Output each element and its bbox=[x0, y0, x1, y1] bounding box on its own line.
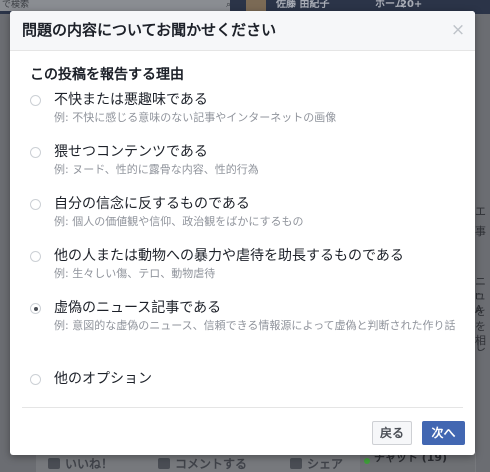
section-title: この投稿を報告する理由 bbox=[30, 67, 184, 83]
thumbs-up-icon bbox=[48, 458, 60, 469]
option-label: 他の人または動物への暴力や虐待を助長するものである bbox=[54, 248, 404, 264]
comment-icon bbox=[158, 458, 170, 469]
option-offensive[interactable]: 不快または悪趣味である 例: 不快に感じる意味のない記事やインターネットの画像 bbox=[10, 91, 346, 125]
comment-label: コメントする bbox=[175, 457, 248, 471]
radio-button[interactable] bbox=[30, 147, 41, 158]
search-input[interactable]: で検索 bbox=[0, 0, 230, 11]
share-button[interactable]: シェア bbox=[290, 457, 343, 471]
friend-requests-badge[interactable]: 20+ bbox=[400, 0, 422, 11]
dialog-header: 問題の内容についてお聞かせください × bbox=[10, 11, 475, 51]
option-description: 例: ヌード、性的に露骨な内容、性的行為 bbox=[54, 163, 259, 176]
back-button[interactable]: 戻る bbox=[372, 421, 412, 445]
option-label: 他のオプション bbox=[54, 371, 152, 387]
next-button[interactable]: 次へ bbox=[422, 421, 465, 445]
option-description: 例: 不快に感じる意味のない記事やインターネットの画像 bbox=[54, 111, 337, 124]
option-obscene[interactable]: 猥せつコンテンツである 例: ヌード、性的に露骨な内容、性的行為 bbox=[10, 143, 269, 177]
option-against-beliefs[interactable]: 自分の信念に反するものである 例: 個人の価値観や信仰、政治観をばかにするもの bbox=[10, 195, 314, 229]
option-violence[interactable]: 他の人または動物への暴力や虐待を助長するものである 例: 生々しい傷、テロ、動物… bbox=[10, 247, 414, 281]
option-fake-news[interactable]: 虚偽のニュース記事である 例: 意図的な虚偽のニュース、信頼できる情報源によって… bbox=[10, 299, 475, 333]
divider bbox=[22, 407, 463, 408]
option-description: 例: 意図的な虚偽のニュース、信頼できる情報源によって虚偽と判断された作り話 bbox=[54, 319, 456, 332]
like-button[interactable]: いいね！ bbox=[48, 457, 113, 471]
radio-button[interactable] bbox=[30, 95, 41, 106]
option-label: 猥せつコンテンツである bbox=[54, 144, 208, 160]
feed-text-fragment: を bbox=[475, 305, 486, 318]
online-status-icon bbox=[364, 458, 370, 464]
dialog-title: 問題の内容についてお聞かせください bbox=[22, 21, 277, 39]
radio-button[interactable] bbox=[30, 251, 41, 262]
option-description: 例: 個人の価値観や信仰、政治観をばかにするもの bbox=[54, 215, 304, 228]
option-label: 不快または悪趣味である bbox=[54, 92, 208, 108]
radio-button[interactable] bbox=[30, 374, 41, 385]
share-label: シェア bbox=[307, 457, 344, 471]
search-icon[interactable]: ⌕ bbox=[226, 0, 231, 11]
option-label: 自分の信念に反するものである bbox=[54, 196, 250, 212]
radio-button-selected[interactable] bbox=[30, 303, 41, 314]
profile-name-link[interactable]: 佐藤 由紀子 bbox=[276, 0, 329, 11]
feed-text-fragment: エ bbox=[475, 205, 486, 218]
radio-button[interactable] bbox=[30, 199, 41, 210]
option-other[interactable]: 他のオプション bbox=[10, 370, 162, 389]
option-description: 例: 生々しい傷、テロ、動物虐待 bbox=[54, 267, 216, 280]
option-label: 虚偽のニュース記事である bbox=[54, 300, 222, 316]
close-icon[interactable]: × bbox=[449, 21, 467, 39]
share-icon bbox=[290, 458, 302, 469]
like-label: いいね！ bbox=[65, 457, 114, 471]
feed-text-fragment: 事 bbox=[475, 225, 486, 238]
report-dialog: 問題の内容についてお聞かせください × この投稿を報告する理由 不快または悪趣味… bbox=[10, 11, 475, 455]
feed-text-fragment: し bbox=[475, 340, 486, 353]
comment-button[interactable]: コメントする bbox=[158, 457, 247, 471]
